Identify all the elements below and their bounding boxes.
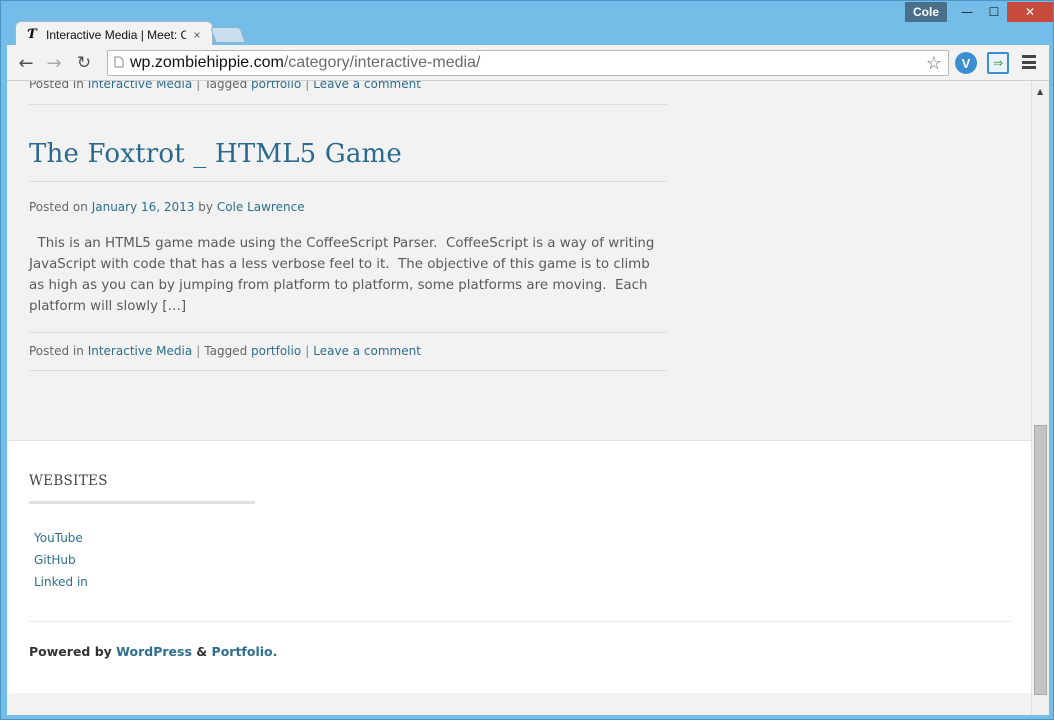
page-icon bbox=[108, 56, 130, 71]
tag-link[interactable]: portfolio bbox=[251, 81, 301, 91]
tab-title: Interactive Media | Meet: C bbox=[46, 27, 186, 42]
tagged-label: Tagged bbox=[204, 344, 248, 358]
github-link[interactable]: GitHub bbox=[34, 549, 88, 571]
divider bbox=[29, 181, 667, 182]
divider bbox=[29, 332, 667, 333]
post-excerpt: This is an HTML5 game made using the Cof… bbox=[29, 236, 659, 314]
footer-divider bbox=[29, 621, 1011, 622]
extension-window-icon[interactable]: ⇒ bbox=[987, 52, 1009, 74]
reload-icon[interactable]: ↻ bbox=[73, 53, 95, 73]
by-label: by bbox=[198, 200, 213, 214]
category-link[interactable]: Interactive Media bbox=[88, 344, 193, 358]
linkedin-link[interactable]: Linked in bbox=[34, 571, 88, 593]
theme-link[interactable]: Portfolio. bbox=[212, 644, 278, 659]
tag-link[interactable]: portfolio bbox=[251, 344, 301, 358]
site-favicon-icon: Ƭ bbox=[27, 27, 37, 42]
page-viewport: Posted in Interactive Media | Tagged portf… bbox=[7, 81, 1049, 715]
websites-link-list: YouTube GitHub Linked in bbox=[34, 527, 88, 593]
tab-close-icon[interactable]: × bbox=[190, 28, 204, 42]
address-bar[interactable]: wp.zombiehippie.com/category/interactive… bbox=[107, 50, 949, 76]
browser-window: Ƭ Interactive Media | Meet: C × Cole — ☐… bbox=[0, 0, 1054, 720]
posted-in-label: Posted in bbox=[29, 344, 84, 358]
posted-on-label: Posted on bbox=[29, 200, 88, 214]
post-footer-meta: Posted in Interactive Media | Tagged portf… bbox=[29, 344, 421, 358]
separator: | bbox=[305, 81, 310, 91]
forward-arrow-icon[interactable]: → bbox=[43, 53, 65, 74]
minimize-button[interactable]: — bbox=[953, 2, 981, 22]
author-link[interactable]: Cole Lawrence bbox=[217, 200, 305, 214]
menu-hamburger-icon[interactable] bbox=[1019, 53, 1039, 71]
close-window-button[interactable]: ✕ bbox=[1007, 2, 1053, 22]
category-link[interactable]: Interactive Media bbox=[88, 81, 193, 91]
url-path: /category/interactive-media/ bbox=[283, 54, 481, 71]
scroll-up-arrow-icon[interactable]: ▲ bbox=[1037, 87, 1043, 96]
leave-comment-link[interactable]: Leave a comment bbox=[313, 81, 421, 91]
divider bbox=[29, 104, 667, 105]
youtube-link[interactable]: YouTube bbox=[34, 527, 88, 549]
url-host: wp.zombiehippie.com bbox=[130, 54, 284, 71]
powered-by-text: Powered by WordPress & Portfolio. bbox=[29, 644, 277, 659]
prev-post-meta: Posted in Interactive Media | Tagged portf… bbox=[29, 81, 421, 91]
wordpress-link[interactable]: WordPress bbox=[116, 644, 192, 659]
ampersand: & bbox=[196, 644, 208, 659]
separator: | bbox=[196, 81, 201, 91]
new-tab-button[interactable] bbox=[210, 27, 246, 43]
widget-divider bbox=[29, 501, 255, 504]
post-date-meta: Posted on January 16, 2013 by Cole Lawre… bbox=[29, 200, 305, 214]
post-title-link[interactable]: The Foxtrot _ HTML5 Game bbox=[29, 139, 402, 169]
separator: | bbox=[305, 344, 310, 358]
separator: | bbox=[196, 344, 201, 358]
profile-button[interactable]: Cole bbox=[905, 2, 947, 22]
site-footer: WEBSITES YouTube GitHub Linked in Powere… bbox=[7, 440, 1031, 693]
browser-toolbar: ← → ↻ wp.zombiehippie.com/category/inter… bbox=[7, 45, 1049, 81]
post-date-link[interactable]: January 16, 2013 bbox=[92, 200, 195, 214]
widget-title: WEBSITES bbox=[29, 473, 108, 489]
extension-v-icon[interactable]: V bbox=[955, 52, 977, 74]
vertical-scrollbar[interactable]: ▲ bbox=[1031, 81, 1049, 715]
leave-comment-link[interactable]: Leave a comment bbox=[313, 344, 421, 358]
divider bbox=[29, 370, 667, 371]
browser-tab[interactable]: Ƭ Interactive Media | Meet: C × bbox=[15, 21, 213, 47]
maximize-button[interactable]: ☐ bbox=[981, 2, 1007, 22]
powered-by-label: Powered by bbox=[29, 644, 112, 659]
title-bar: Ƭ Interactive Media | Meet: C × Cole — ☐… bbox=[1, 1, 1054, 47]
back-arrow-icon[interactable]: ← bbox=[15, 53, 37, 74]
posted-in-label: Posted in bbox=[29, 81, 84, 91]
scrollbar-thumb[interactable] bbox=[1034, 425, 1047, 695]
tagged-label: Tagged bbox=[204, 81, 248, 91]
bookmark-star-icon[interactable]: ☆ bbox=[926, 53, 942, 74]
